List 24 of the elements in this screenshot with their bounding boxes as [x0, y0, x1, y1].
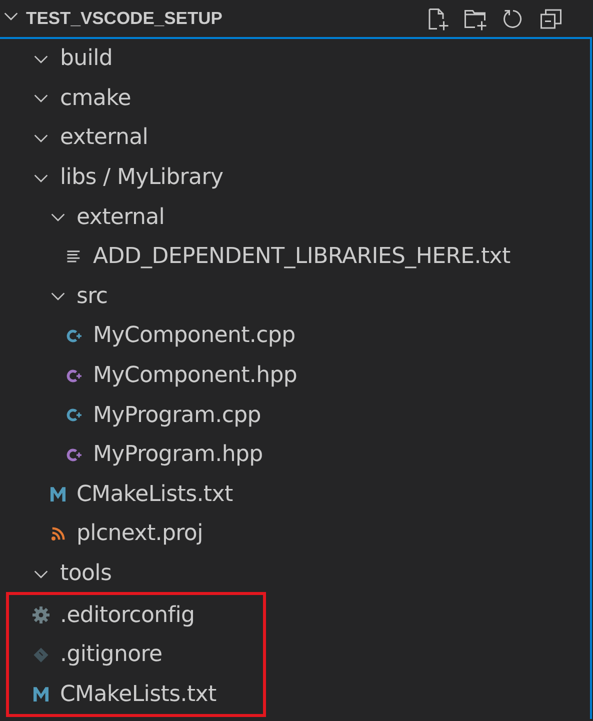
collapse-all-icon[interactable]: [539, 6, 563, 30]
m-letter-icon: [31, 684, 51, 704]
diamond-icon: [32, 646, 50, 664]
file-name[interactable]: MyComponent.hpp: [93, 363, 298, 388]
file-name[interactable]: ADD_DEPENDENT_LIBRARIES_HERE.txt: [93, 244, 510, 270]
gear-icon: [31, 605, 51, 626]
file-name[interactable]: plcnext.proj: [76, 521, 203, 546]
file-name[interactable]: .editorconfig: [60, 602, 195, 628]
folder-name[interactable]: tools: [60, 561, 112, 586]
folder-name[interactable]: build: [60, 46, 113, 72]
file-name[interactable]: MyProgram.hpp: [93, 442, 263, 468]
folder-name[interactable]: cmake: [60, 86, 131, 111]
folder-name[interactable]: libs / MyLibrary: [60, 165, 224, 190]
file-name[interactable]: CMakeLists.txt: [60, 682, 216, 707]
file-name[interactable]: MyProgram.cpp: [93, 402, 261, 428]
file-name[interactable]: CMakeLists.txt: [76, 482, 233, 507]
folder-name[interactable]: external: [60, 125, 148, 150]
feed-icon: [48, 524, 66, 543]
file-name[interactable]: MyComponent.cpp: [93, 323, 296, 348]
file-name[interactable]: .gitignore: [60, 642, 162, 668]
m-letter-icon: [48, 484, 68, 504]
folder-name[interactable]: src: [76, 284, 108, 309]
section-title[interactable]: TEST_VSCODE_SETUP: [26, 8, 425, 29]
folder-name[interactable]: external: [76, 204, 165, 230]
